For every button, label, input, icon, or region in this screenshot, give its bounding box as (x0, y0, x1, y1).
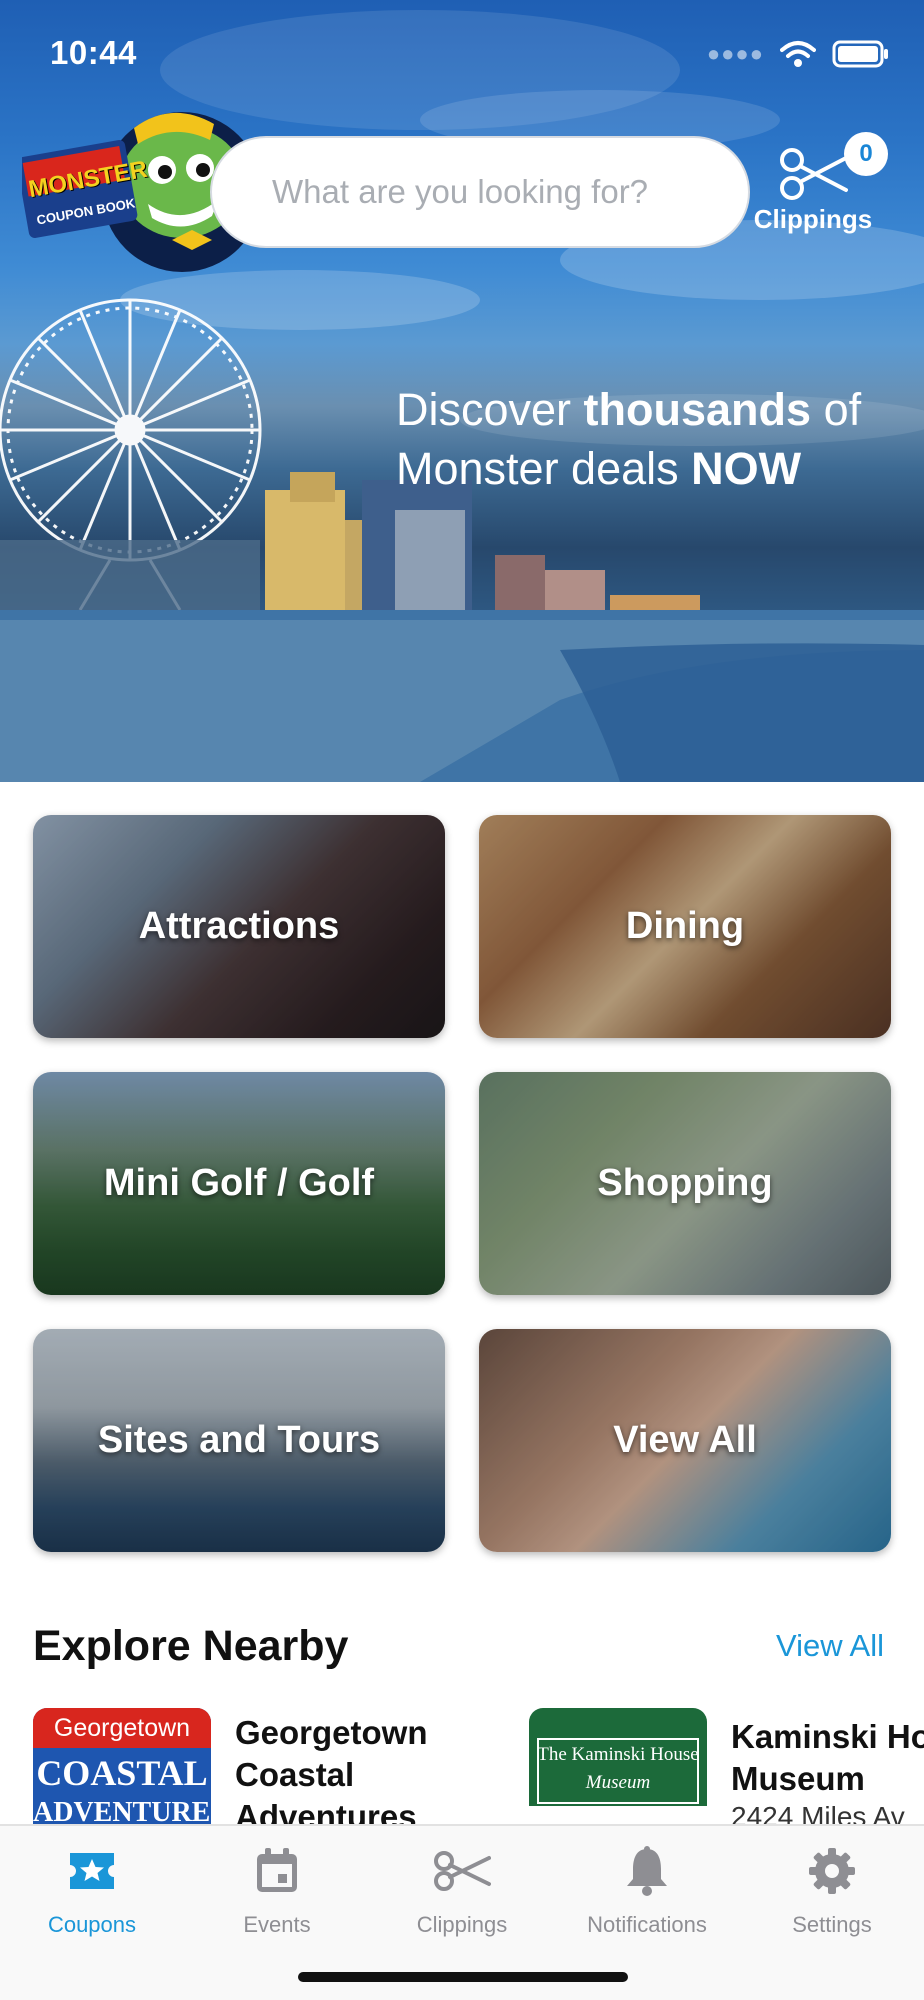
battery-icon (832, 40, 888, 68)
bell-icon (555, 1840, 739, 1902)
category-tile-attractions[interactable]: Attractions (33, 815, 445, 1038)
nearby-name: Coastal (235, 1756, 355, 1793)
tagline-part: Monster deals (396, 443, 692, 494)
tab-label: Coupons (47, 1912, 137, 1937)
tagline-bold: NOW (691, 443, 802, 494)
nearby-text: Georgetown Coastal Adventures (235, 1712, 475, 1824)
tab-label: Clippings (416, 1912, 508, 1937)
nearby-text: Kaminski House Museum 2424 Miles Av (731, 1716, 924, 1824)
nearby-name: Adventures (235, 1798, 417, 1824)
category-label: Attractions (138, 905, 340, 947)
scissors-icon (370, 1840, 554, 1902)
thumb-logo-sub: Museum (585, 1772, 651, 1793)
search-input[interactable]: What are you looking for? (210, 136, 750, 248)
tab-coupons[interactable]: Coupons (0, 1840, 184, 1938)
clippings-label: Clippings (753, 204, 873, 234)
tab-events[interactable]: Events (185, 1840, 369, 1938)
category-label: Sites and Tours (97, 1419, 381, 1461)
thumb-logo-sub: ADVENTURES (33, 1797, 211, 1825)
search-placeholder: What are you looking for? (272, 173, 649, 210)
nearby-address: 2424 Miles Av (731, 1801, 905, 1824)
category-grid: Attractions Dining Mini Golf / Golf Shop… (33, 815, 891, 1553)
category-label: View All (613, 1419, 757, 1461)
status-icons: ●●●● (707, 40, 890, 68)
nearby-thumbnail: Georgetown COASTAL ADVENTURES (33, 1708, 211, 1824)
category-tile-shopping[interactable]: Shopping (479, 1072, 891, 1295)
category-label: Dining (625, 905, 745, 947)
category-tile-view-all[interactable]: View All (479, 1329, 891, 1552)
nearby-name: Museum (731, 1760, 865, 1797)
scissors-icon (780, 148, 848, 200)
tagline-part: Discover (396, 384, 584, 435)
tab-label: Events (243, 1912, 311, 1937)
category-label: Shopping (597, 1162, 773, 1204)
wifi-icon (780, 41, 816, 67)
clippings-count-badge: 0 (844, 132, 888, 176)
tagline-part: of (811, 384, 862, 435)
signal-dots-icon: ●●●● (706, 41, 764, 66)
thumb-logo-main: The Kaminski House (537, 1744, 699, 1765)
explore-view-all-link[interactable]: View All (776, 1628, 884, 1664)
tab-clippings[interactable]: Clippings (370, 1840, 554, 1938)
coupon-star-icon (0, 1840, 184, 1902)
nearby-card-kaminski[interactable]: The Kaminski House Museum Kaminski House… (529, 1708, 924, 1824)
nearby-card-georgetown[interactable]: Georgetown COASTAL ADVENTURES Georgetown… (33, 1708, 473, 1824)
explore-nearby-title: Explore Nearby (33, 1622, 349, 1670)
nearby-carousel[interactable]: Georgetown COASTAL ADVENTURES Georgetown… (0, 1708, 924, 1824)
category-tile-mini-golf[interactable]: Mini Golf / Golf (33, 1072, 445, 1295)
thumb-logo-main: COASTAL (36, 1753, 208, 1793)
category-tile-sites-and-tours[interactable]: Sites and Tours (33, 1329, 445, 1552)
hero-banner: 10:44 ●●●● MONSTER COUPON BOOK What are … (0, 0, 924, 782)
nearby-name: Kaminski House (731, 1718, 924, 1755)
tagline-bold: thousands (583, 384, 812, 435)
category-label: Mini Golf / Golf (103, 1162, 375, 1204)
home-indicator[interactable] (298, 1972, 628, 1982)
hero-tagline: Discover thousands of Monster deals NOW (396, 380, 916, 498)
category-tile-dining[interactable]: Dining (479, 815, 891, 1038)
gear-icon (740, 1840, 924, 1902)
tab-label: Settings (792, 1912, 872, 1937)
tab-settings[interactable]: Settings (740, 1840, 924, 1938)
clippings-button[interactable]: 0 Clippings (748, 132, 888, 242)
nearby-thumbnail: The Kaminski House Museum (529, 1708, 707, 1824)
calendar-icon (185, 1840, 369, 1902)
tab-notifications[interactable]: Notifications (555, 1840, 739, 1938)
nearby-name: Georgetown (235, 1714, 428, 1751)
status-time: 10:44 (50, 34, 137, 71)
tab-label: Notifications (587, 1912, 707, 1937)
thumb-logo-top: Georgetown (33, 1708, 211, 1748)
